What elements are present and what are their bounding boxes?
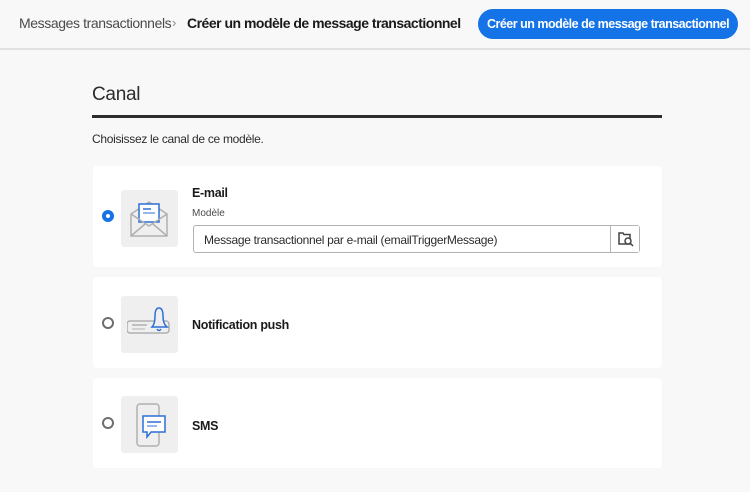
channel-label: Notification push [192,318,289,332]
breadcrumb-separator-icon: › [172,15,177,30]
create-template-button[interactable]: Créer un modèle de message transactionne… [478,9,738,39]
breadcrumb-current: Créer un modèle de message transactionne… [187,15,461,31]
section-title: Canal [92,84,141,105]
header-bar: Messages transactionnels › Créer un modè… [0,0,750,50]
push-notification-icon [121,296,178,353]
channel-card-sms[interactable]: SMS [93,378,662,468]
folder-search-icon [618,232,634,247]
radio-push[interactable] [102,317,114,329]
radio-sms[interactable] [102,417,114,429]
model-value: Message transactionnel par e-mail (email… [204,233,498,247]
channel-card-email[interactable]: E-mail Modèle Message transactionnel par… [93,166,662,267]
channel-label: SMS [192,419,219,433]
radio-email[interactable] [102,210,114,222]
channel-card-push[interactable]: Notification push [93,277,662,368]
breadcrumb-parent[interactable]: Messages transactionnels [19,15,172,31]
model-label: Modèle [192,208,225,219]
section-subtitle: Choisissez le canal de ce modèle. [92,132,264,146]
section-divider [92,115,662,118]
sms-icon [121,396,178,453]
model-field[interactable]: Message transactionnel par e-mail (email… [193,225,640,253]
email-icon [121,190,178,247]
browse-button[interactable] [610,226,639,252]
channel-label: E-mail [192,186,228,200]
